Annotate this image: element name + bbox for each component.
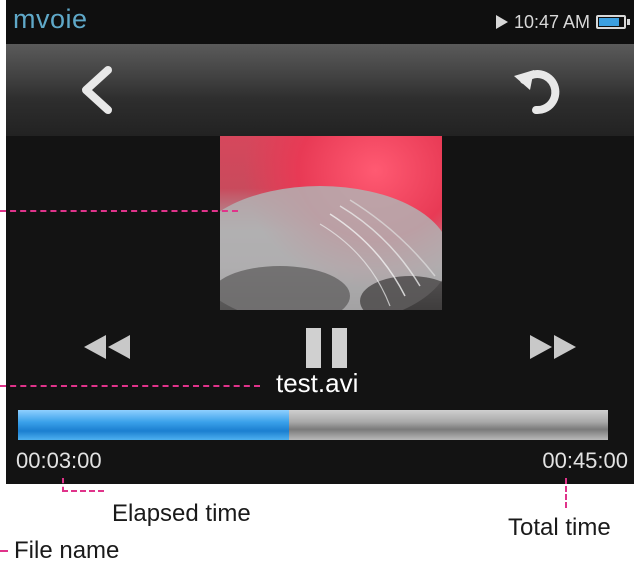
- refresh-icon: [514, 70, 560, 115]
- chevron-left-icon: [82, 66, 112, 114]
- annotation-line-file: [0, 550, 8, 552]
- battery-icon: [596, 15, 630, 29]
- elapsed-time: 00:03:00: [16, 448, 102, 473]
- play-status-icon: [495, 15, 508, 29]
- total-time: 00:45:00: [542, 448, 628, 473]
- refresh-button[interactable]: [506, 58, 570, 122]
- status-bar: mvoie 10:47 AM: [6, 0, 634, 44]
- annotation-line-total: [565, 478, 567, 508]
- elapsed-time-annotation: Elapsed time: [112, 500, 251, 527]
- progress-fill: [18, 410, 290, 440]
- playback-controls: [6, 318, 634, 374]
- video-thumbnail: [220, 136, 442, 310]
- back-button[interactable]: [68, 60, 128, 120]
- battery-level: [599, 18, 620, 26]
- total-time-annotation: Total time: [508, 514, 611, 541]
- fast-forward-icon: [530, 335, 576, 359]
- annotation-line-filename: [0, 385, 260, 387]
- thumbnail-image: [220, 186, 442, 310]
- annotation-line-elapsed-h: [62, 490, 104, 492]
- progress-bar[interactable]: [18, 410, 608, 440]
- file-name-annotation: File name: [14, 537, 120, 564]
- fast-forward-button[interactable]: [524, 332, 584, 362]
- file-name: test.avi: [276, 368, 359, 398]
- rewind-button[interactable]: [76, 332, 136, 362]
- clock: 10:47 AM: [513, 11, 590, 32]
- status-indicators: 10:47 AM: [495, 11, 630, 33]
- pause-button[interactable]: [302, 326, 352, 370]
- annotation-line-thumbnail: [0, 210, 238, 212]
- rewind-icon: [84, 335, 130, 359]
- app-title: mvoie: [13, 4, 88, 34]
- toolbar: [6, 44, 634, 136]
- player-screen: mvoie 10:47 AM test.avi 00:03:00 00:45:0…: [6, 0, 634, 484]
- pause-icon: [306, 328, 347, 368]
